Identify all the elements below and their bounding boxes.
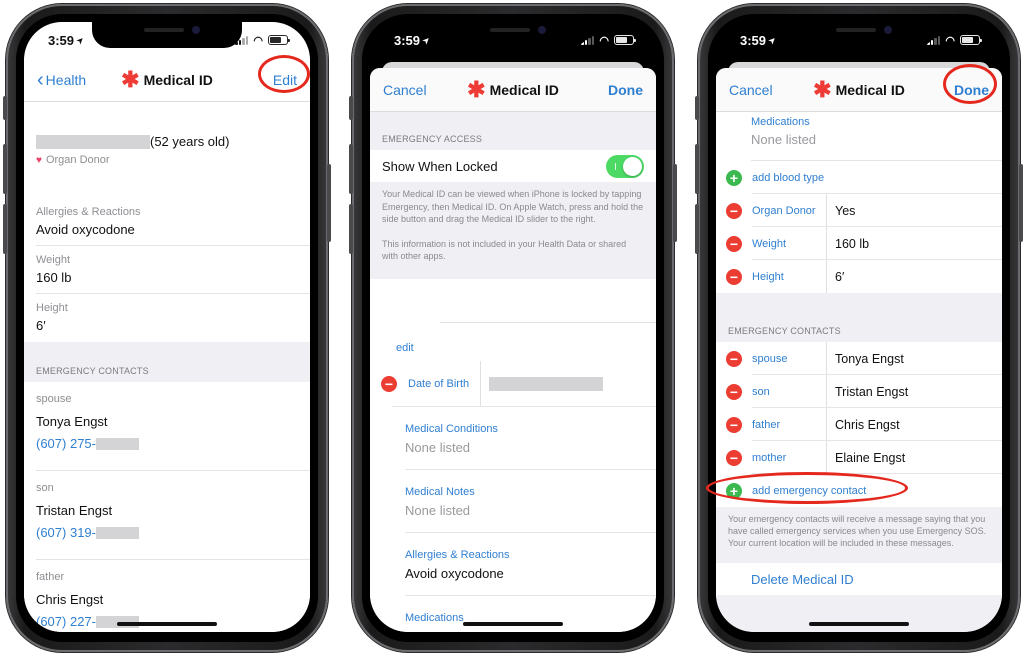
height-row[interactable]: − Height 6′ bbox=[716, 260, 1002, 293]
contact-row[interactable]: − spouse Tonya Engst bbox=[716, 342, 1002, 375]
contact-row[interactable]: − mother Elaine Engst bbox=[716, 441, 1002, 474]
phone-link[interactable]: (607) 319- bbox=[36, 525, 96, 540]
notch bbox=[92, 22, 242, 48]
delete-medical-id-button[interactable]: Delete Medical ID bbox=[751, 572, 854, 587]
contact-row[interactable]: − son Tristan Engst bbox=[716, 375, 1002, 408]
dob-redacted bbox=[489, 376, 603, 391]
location-icon: ➤ bbox=[74, 34, 86, 46]
contact-row[interactable]: son Tristan Engst (607) 319- bbox=[24, 471, 310, 560]
contacts-footer: Your emergency contacts will receive a m… bbox=[716, 507, 1002, 563]
organ-donor-label: Organ Donor bbox=[45, 154, 110, 166]
phone-1-medical-id-view: 3:59 ➤ ◠ ‹ Health ✱ Medical ID Edit (52 yea… bbox=[3, 4, 331, 652]
screen: 3:59 ➤ ◠ Cancel ✱ Medical ID Done Medicati… bbox=[716, 22, 1002, 632]
medical-id-content: (52 years old) ♥ Organ Donor Allergies &… bbox=[24, 102, 310, 632]
battery-icon bbox=[960, 35, 982, 45]
remove-icon[interactable]: − bbox=[726, 416, 742, 433]
silent-switch bbox=[3, 96, 7, 120]
section-header: EMERGENCY CONTACTS bbox=[716, 293, 1002, 342]
age-label: (52 years old) bbox=[150, 134, 230, 149]
field-row: Height 6′ bbox=[24, 294, 310, 342]
contact-row[interactable]: − father Chris Engst bbox=[716, 408, 1002, 441]
remove-icon[interactable]: − bbox=[726, 449, 742, 466]
back-button[interactable]: ‹ Health bbox=[37, 70, 86, 90]
nav-title: ✱ Medical ID bbox=[813, 76, 905, 102]
phone-3-medical-id-edit-bottom: 3:59 ➤ ◠ Cancel ✱ Medical ID Done Medicati… bbox=[695, 4, 1023, 652]
battery-icon bbox=[614, 35, 636, 45]
weight-row[interactable]: − Weight 160 lb bbox=[716, 227, 1002, 260]
phone-2-medical-id-edit-top: 3:59 ➤ ◠ Cancel ✱ Medical ID Done EMERGENC… bbox=[349, 4, 677, 652]
heart-icon: ♥ bbox=[36, 154, 42, 166]
home-indicator[interactable] bbox=[463, 622, 563, 626]
medications-row[interactable]: Medications None listed bbox=[716, 112, 1002, 161]
add-icon[interactable]: + bbox=[726, 169, 742, 186]
edit-photo-link[interactable]: edit bbox=[396, 342, 414, 354]
nav-title: ✱ Medical ID bbox=[121, 66, 213, 92]
name-redacted bbox=[36, 134, 150, 149]
nav-bar: Cancel ✱ Medical ID Done bbox=[716, 68, 1002, 112]
edit-sheet: Cancel ✱ Medical ID Done Medications None… bbox=[716, 68, 1002, 632]
section-header: EMERGENCY CONTACTS bbox=[24, 342, 310, 382]
done-button[interactable]: Done bbox=[608, 82, 643, 98]
phone-link[interactable]: (607) 227- bbox=[36, 614, 96, 629]
clock: 3:59 bbox=[394, 32, 421, 48]
delete-medical-id-row[interactable]: Delete Medical ID bbox=[716, 563, 1002, 595]
wifi-icon: ◠ bbox=[599, 34, 609, 47]
field-row[interactable]: Medical Conditions None listed bbox=[370, 406, 656, 470]
show-when-locked-toggle[interactable] bbox=[606, 154, 644, 178]
volume-up-button bbox=[3, 144, 7, 194]
photo-area bbox=[370, 278, 656, 339]
clock: 3:59 bbox=[48, 32, 75, 48]
remove-icon[interactable]: − bbox=[726, 383, 742, 400]
add-blood-type-row[interactable]: + add blood type bbox=[716, 161, 1002, 194]
wifi-icon: ◠ bbox=[945, 34, 955, 47]
clock: 3:59 bbox=[740, 32, 767, 48]
remove-icon[interactable]: − bbox=[726, 202, 742, 219]
remove-icon[interactable]: − bbox=[726, 350, 742, 367]
side-button bbox=[327, 164, 331, 242]
chevron-left-icon: ‹ bbox=[37, 68, 44, 91]
remove-icon[interactable]: − bbox=[726, 268, 742, 285]
edit-button[interactable]: Edit bbox=[273, 72, 297, 88]
organ-donor-row[interactable]: − Organ Donor Yes bbox=[716, 194, 1002, 227]
home-indicator[interactable] bbox=[117, 622, 217, 626]
nav-title: ✱ Medical ID bbox=[467, 76, 559, 102]
field-row[interactable]: Allergies & Reactions Avoid oxycodone bbox=[370, 532, 656, 596]
edit-sheet: Cancel ✱ Medical ID Done EMERGENCY ACCESS… bbox=[370, 68, 656, 632]
remove-icon[interactable]: − bbox=[726, 235, 742, 252]
field-row[interactable]: Medical Notes None listed bbox=[370, 469, 656, 533]
cancel-button[interactable]: Cancel bbox=[383, 82, 427, 98]
home-indicator[interactable] bbox=[809, 622, 909, 626]
cancel-button[interactable]: Cancel bbox=[729, 82, 773, 98]
nav-bar: Cancel ✱ Medical ID Done bbox=[370, 68, 656, 112]
medical-star-icon: ✱ bbox=[467, 76, 486, 102]
location-icon: ➤ bbox=[420, 34, 432, 46]
phone-link[interactable]: (607) 275- bbox=[36, 436, 96, 451]
emergency-access-footer: Your Medical ID can be viewed when iPhon… bbox=[370, 182, 656, 279]
location-icon: ➤ bbox=[766, 34, 778, 46]
medical-star-icon: ✱ bbox=[813, 76, 832, 102]
field-row[interactable]: Medications bbox=[370, 595, 656, 632]
show-when-locked-row: Show When Locked bbox=[370, 150, 656, 182]
profile-row: (52 years old) ♥ Organ Donor bbox=[24, 102, 310, 198]
volume-down-button bbox=[3, 204, 7, 254]
wifi-icon: ◠ bbox=[253, 34, 263, 47]
remove-icon[interactable]: − bbox=[381, 375, 397, 392]
dob-row[interactable]: − Date of Birth bbox=[370, 360, 656, 407]
contact-row[interactable]: spouse Tonya Engst (607) 275- bbox=[24, 382, 310, 471]
done-button[interactable]: Done bbox=[954, 82, 989, 98]
screen: 3:59 ➤ ◠ ‹ Health ✱ Medical ID Edit (52 yea… bbox=[24, 22, 310, 632]
add-emergency-contact-row[interactable]: + add emergency contact bbox=[716, 474, 1002, 507]
field-row: Allergies & Reactions Avoid oxycodone bbox=[24, 198, 310, 246]
battery-icon bbox=[268, 35, 290, 45]
screen: 3:59 ➤ ◠ Cancel ✱ Medical ID Done EMERGENC… bbox=[370, 22, 656, 632]
medical-star-icon: ✱ bbox=[121, 66, 140, 92]
add-icon[interactable]: + bbox=[726, 482, 742, 499]
field-row: Weight 160 lb bbox=[24, 246, 310, 294]
nav-bar: ‹ Health ✱ Medical ID Edit bbox=[24, 58, 310, 102]
section-header: EMERGENCY ACCESS bbox=[370, 112, 656, 150]
